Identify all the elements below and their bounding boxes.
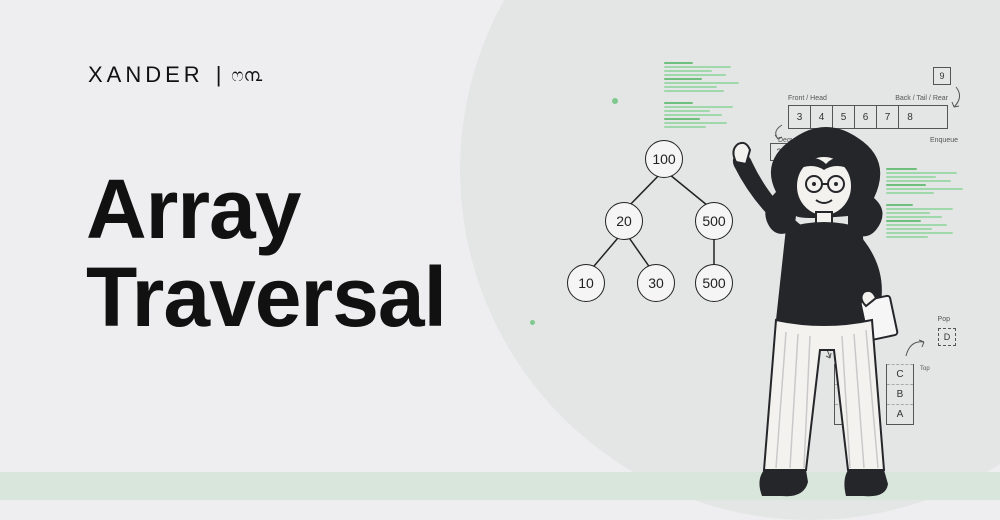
page-title: Array Traversal: [86, 165, 446, 341]
tree-node: 30: [637, 264, 675, 302]
logo: XANDER | ෆ൩: [88, 62, 262, 88]
title-line-2: Traversal: [86, 253, 446, 341]
tree-node: 20: [605, 202, 643, 240]
title-line-1: Array: [86, 165, 446, 253]
tree-node: 10: [567, 264, 605, 302]
enqueue-arrow-icon: [946, 85, 966, 115]
queue-detached-cell: 9: [933, 67, 951, 85]
queue-back-label: Back / Tail / Rear: [895, 95, 948, 102]
accent-dot: [612, 98, 618, 104]
tree-node: 100: [645, 140, 683, 178]
logo-script-text: ෆ൩: [231, 65, 262, 86]
logo-separator: |: [216, 62, 222, 88]
stack-pop-label: Pop: [938, 316, 950, 323]
person-illustration: [716, 120, 926, 500]
code-snippet-illustration: [664, 62, 760, 128]
stack-pop-cell: D: [938, 328, 956, 346]
logo-brand-text: XANDER: [88, 62, 204, 88]
queue-enqueue-label: Enqueue: [930, 137, 958, 144]
queue-front-label: Front / Head: [788, 95, 827, 102]
accent-dot: [530, 320, 535, 325]
